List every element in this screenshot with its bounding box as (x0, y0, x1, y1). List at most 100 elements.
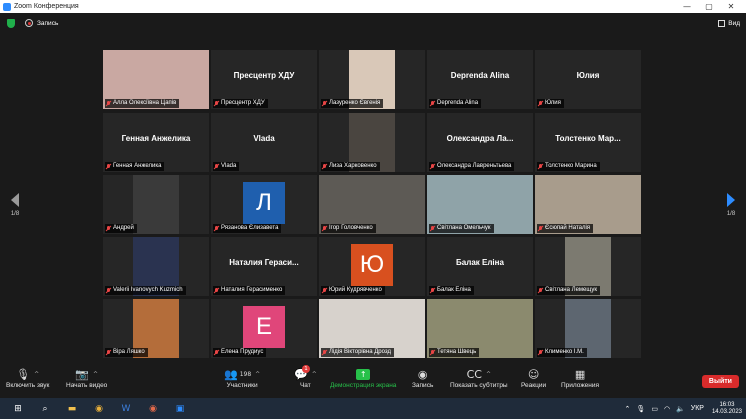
participant-tile[interactable]: Віра Ляшко (103, 299, 209, 358)
participant-name-label: Лиза Харковенко (321, 162, 380, 171)
wifi-icon[interactable]: ◠ (664, 405, 670, 413)
captions-label: Показать субтитры (450, 382, 508, 389)
camera-off-icon: 📷 (75, 367, 89, 381)
participant-name-label: Пресцентр ХДУ (213, 99, 268, 108)
participant-avatar: Е (243, 306, 285, 348)
chevron-up-icon[interactable]: ^ (312, 371, 317, 378)
maximize-button[interactable]: ▢ (698, 2, 720, 11)
participant-tile[interactable]: Єсюпай Наталія (535, 175, 641, 234)
participant-name: Елена Прудиус (221, 349, 264, 355)
apps-button[interactable]: ▦ Приложения (561, 366, 599, 390)
participant-tile[interactable]: Світлана Лемещук (535, 237, 641, 296)
participant-tile[interactable]: Л Рязанова Єлизавета (211, 175, 317, 234)
participant-name: Valerii Ivanovych Kuzmich (113, 287, 183, 293)
participant-tile[interactable]: Наталия Гераси... Наталия Герасименко (211, 237, 317, 296)
participant-name: Лазуренко Євгенія (329, 100, 381, 106)
participant-name-label: Юрий Кудрявченко (321, 286, 385, 295)
participant-tile[interactable]: Клименко І.М. (535, 299, 641, 358)
participant-tile[interactable]: Генная Анжелика Генная Анжелика (103, 113, 209, 172)
leave-button[interactable]: Выйти (701, 375, 739, 388)
participant-tile[interactable]: Ігор Головченко (319, 175, 425, 234)
view-button[interactable]: Вид (718, 19, 740, 27)
participant-name-label: Елена Прудиус (213, 348, 267, 357)
participant-avatar: Л (243, 182, 285, 224)
window-titlebar: Zoom Конференция — ▢ ✕ (0, 0, 746, 13)
shield-icon[interactable] (7, 18, 15, 28)
captions-button[interactable]: CC ^ Показать субтитры (450, 366, 508, 390)
participant-tile[interactable]: Valerii Ivanovych Kuzmich (103, 237, 209, 296)
participant-tile[interactable]: Лиза Харковенко (319, 113, 425, 172)
mic-muted-icon (430, 349, 435, 356)
close-button[interactable]: ✕ (720, 2, 742, 11)
participant-tile[interactable]: Deprenda Alina Deprenda Alina (427, 50, 533, 109)
participant-display-name: Vlada (253, 134, 275, 143)
participant-name: Юрий Кудрявченко (329, 287, 382, 293)
participant-name-label: Андрей (105, 224, 137, 233)
participant-tile[interactable]: Андрей (103, 175, 209, 234)
mic-muted-icon (106, 100, 111, 107)
view-label: Вид (728, 19, 740, 27)
microphone-icon[interactable]: 🎙 (636, 405, 645, 413)
chevron-up-icon[interactable]: ^ (93, 371, 98, 378)
participant-tile[interactable]: Юлия Юлия (535, 50, 641, 109)
chevron-up-icon[interactable]: ^ (486, 371, 491, 378)
participant-tile[interactable]: Алла Олексіївна Цапів (103, 50, 209, 109)
participant-name-label: Лазуренко Євгенія (321, 99, 384, 108)
chrome-profile-icon[interactable]: ◉ (144, 402, 162, 415)
clock[interactable]: 16:03 14.03.2023 (712, 402, 742, 416)
participant-display-name: Deprenda Alina (450, 71, 510, 80)
mic-muted-icon (322, 100, 327, 107)
participant-name-label: Vlada (213, 162, 240, 171)
network-icon[interactable]: ▭ (651, 405, 658, 413)
participant-tile[interactable]: Толстенко Мар... Толстенко Марина (535, 113, 641, 172)
participant-tile[interactable]: Лазуренко Євгенія (319, 50, 425, 109)
participant-name-label: Наталия Герасименко (213, 286, 286, 295)
prev-page-button[interactable]: 1/8 (8, 193, 22, 217)
mic-muted-icon (106, 287, 111, 294)
participant-tile[interactable]: Олександра Ла... Олександра Лавреньтьева (427, 113, 533, 172)
chevron-up-icon[interactable]: ⌃ (625, 405, 631, 413)
windows-start-icon[interactable]: ⊞ (9, 402, 27, 415)
volume-icon[interactable]: 🔈 (676, 405, 685, 413)
participant-tile[interactable]: Лідія Вікторівна Дрозд (319, 299, 425, 358)
start-video-button[interactable]: 📷 ^ Начать видео (66, 366, 107, 390)
participant-display-name: Пресцентр ХДУ (233, 71, 295, 80)
reactions-button[interactable]: ☺ Реакции (521, 366, 546, 390)
next-page-button[interactable]: 1/8 (724, 193, 738, 217)
zoom-taskbar-icon[interactable]: ▣ (171, 402, 189, 415)
mic-muted-icon (106, 349, 111, 356)
participant-name-label: Тетяна Швець (429, 348, 480, 357)
participant-tile[interactable]: Е Елена Прудиус (211, 299, 317, 358)
participant-name-label: Valerii Ivanovych Kuzmich (105, 286, 186, 295)
participant-name-label: Єсюпай Наталія (537, 224, 594, 233)
chat-button[interactable]: 💬 1 ^ Чат (294, 365, 317, 389)
minimize-button[interactable]: — (676, 2, 698, 11)
mic-muted-icon (106, 163, 111, 170)
record-button[interactable]: ◉ Запись (412, 366, 434, 390)
chrome-icon[interactable]: ◉ (90, 402, 108, 415)
language-indicator[interactable]: УКР (691, 405, 704, 412)
share-screen-button[interactable]: ↑ Демонстрация экрана (330, 366, 396, 389)
file-explorer-icon[interactable]: ▬ (63, 402, 81, 415)
search-icon[interactable]: ⌕ (36, 402, 54, 415)
participant-tile[interactable]: Ю Юрий Кудрявченко (319, 237, 425, 296)
chevron-up-icon[interactable]: ^ (255, 371, 260, 378)
participant-tile[interactable]: Світлана Омельчук (427, 175, 533, 234)
participant-display-name: Толстенко Мар... (555, 134, 621, 143)
participant-name-label: Олександра Лавреньтьева (429, 162, 515, 171)
mic-muted-icon (538, 163, 543, 170)
chevron-up-icon[interactable]: ^ (34, 371, 39, 378)
word-icon[interactable]: W (117, 402, 135, 415)
participant-name-label: Ігор Головченко (321, 224, 376, 233)
participant-tile[interactable]: Пресцентр ХДУ Пресцентр ХДУ (211, 50, 317, 109)
participant-tile[interactable]: Тетяна Швець (427, 299, 533, 358)
window-controls: — ▢ ✕ (676, 0, 742, 13)
participants-button[interactable]: 👥 198 ^ Участники (224, 366, 260, 390)
chat-badge: 1 (302, 365, 310, 373)
unmute-button[interactable]: 🎙 ^ Включить звук (6, 366, 49, 390)
captions-icon: CC (466, 367, 482, 381)
participant-name: Андрей (113, 225, 134, 231)
participant-tile[interactable]: Vlada Vlada (211, 113, 317, 172)
record-label: Запись (412, 382, 434, 389)
participant-tile[interactable]: Балак Еліна Балак Еліна (427, 237, 533, 296)
